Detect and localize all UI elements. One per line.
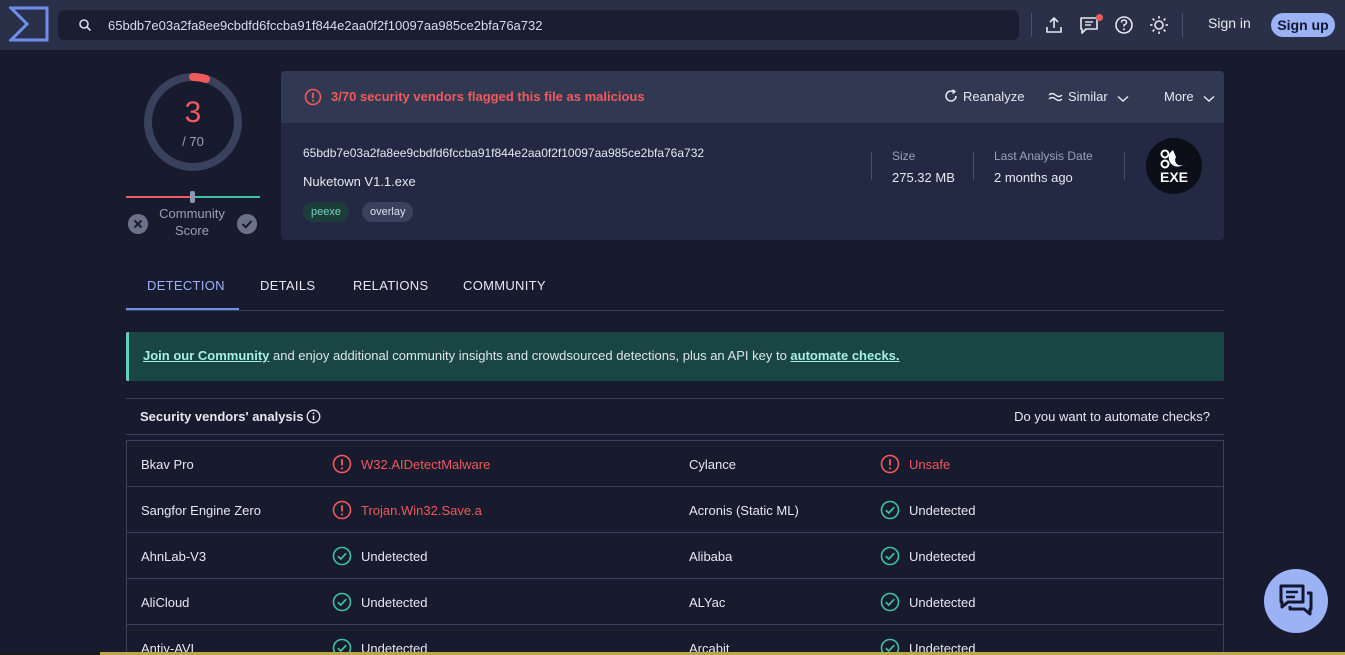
malicious-icon [332, 454, 352, 474]
file-name: Nuketown V1.1.exe [303, 174, 416, 189]
vote-malicious-icon[interactable] [128, 214, 148, 234]
reanalyze-label: Reanalyze [963, 89, 1025, 104]
divider [871, 152, 872, 180]
undetected-icon [880, 592, 900, 612]
detection-alert: 3/70 security vendors flagged this file … [331, 89, 645, 104]
vendor-name: Acronis (Static ML) [689, 503, 799, 518]
vendor-result-label: Trojan.Win32.Save.a [361, 503, 482, 518]
tab-details[interactable]: DETAILS [260, 278, 315, 293]
vendor-result-label: Undetected [909, 595, 976, 610]
community-score-indicator [190, 191, 195, 203]
similar-dropdown[interactable]: Similar [1048, 89, 1129, 104]
undetected-icon [880, 500, 900, 520]
chevron-down-icon [1117, 95, 1129, 103]
banner-message: and enjoy additional community insights … [269, 348, 791, 363]
search-input[interactable] [108, 10, 1008, 40]
automate-checks-prompt[interactable]: Do you want to automate checks? [1014, 409, 1210, 424]
banner-text: Join our Community and enjoy additional … [143, 348, 900, 363]
detection-count: 3 [184, 96, 202, 129]
vendor-name: Alibaba [689, 549, 733, 564]
vendor-row: Sangfor Engine Zero Acronis (Static ML) Tr… [127, 487, 1223, 533]
community-score-label: Community Score [159, 206, 225, 238]
summary-header: 3/70 security vendors flagged this file … [281, 71, 1224, 123]
similar-label: Similar [1068, 89, 1108, 104]
vendor-name: ALYac [689, 595, 726, 610]
divider [973, 152, 974, 180]
vendor-row: Antiy-AVL Arcabit Undetected Undetected [127, 625, 1223, 655]
top-bar: Sign in Sign up [0, 0, 1345, 50]
undetected-icon [332, 546, 352, 566]
upload-icon[interactable] [1043, 14, 1065, 36]
notification-dot [1096, 14, 1103, 21]
more-label: More [1164, 89, 1194, 104]
join-community-link[interactable]: Join our Community [143, 348, 269, 363]
size-label: Size [892, 149, 916, 163]
sign-up-button[interactable]: Sign up [1271, 13, 1335, 37]
reanalyze-button[interactable]: Reanalyze [944, 89, 1024, 104]
vendor-result-label: Undetected [909, 549, 976, 564]
vendor-result-label: Undetected [909, 503, 976, 518]
file-hash[interactable]: 65bdb7e03a2fa8ee9cbdfd6fccba91f844e2aa0f… [303, 146, 704, 160]
vendor-row: Bkav Pro Cylance W32.AIDetectMalware Unsafe [127, 441, 1223, 487]
file-summary-card: 3/70 security vendors flagged this file … [281, 71, 1224, 240]
similar-icon [1048, 92, 1063, 102]
last-analysis-label: Last Analysis Date [994, 149, 1093, 163]
malicious-icon [880, 454, 900, 474]
last-analysis-value: 2 months ago [994, 170, 1073, 185]
file-type-label: EXE [1160, 169, 1188, 185]
undetected-icon [880, 546, 900, 566]
tab-detection[interactable]: DETECTION [147, 278, 225, 293]
vendor-result-label: Unsafe [909, 457, 951, 472]
virustotal-logo-icon[interactable] [9, 6, 49, 42]
info-icon[interactable] [306, 409, 321, 424]
tag-overlay[interactable]: overlay [362, 202, 414, 222]
chevron-down-icon [1203, 95, 1215, 103]
chat-bubbles-icon [1279, 584, 1313, 616]
vendor-result-label: W32.AIDetectMalware [361, 457, 491, 472]
theme-toggle-icon[interactable] [1148, 14, 1170, 36]
tab-relations[interactable]: RELATIONS [353, 278, 428, 293]
reanalyze-icon [945, 89, 957, 102]
vendor-result-label: Undetected [361, 549, 428, 564]
tab-community[interactable]: COMMUNITY [463, 278, 546, 293]
exe-file-icon: EXE [1160, 149, 1188, 185]
undetected-icon [332, 592, 352, 612]
vendor-name: Bkav Pro [141, 457, 194, 472]
vendors-table: Bkav Pro Cylance W32.AIDetectMalware Unsafe… [126, 440, 1224, 655]
vendors-title: Security vendors' analysis [140, 409, 304, 424]
automate-checks-link[interactable]: automate checks. [790, 348, 899, 363]
divider [1182, 13, 1183, 37]
help-icon[interactable] [1113, 14, 1135, 36]
more-dropdown[interactable]: More [1164, 89, 1215, 104]
divider [1031, 13, 1032, 37]
file-type-badge: EXE [1146, 138, 1202, 194]
vote-harmless-icon[interactable] [237, 214, 257, 234]
alert-icon [304, 88, 322, 106]
divider [1124, 152, 1125, 180]
malicious-icon [332, 500, 352, 520]
vendor-name: Sangfor Engine Zero [141, 503, 261, 518]
tag-peexe[interactable]: peexe [303, 202, 349, 222]
search-bar[interactable] [58, 10, 1019, 40]
vendor-name: AhnLab-V3 [141, 549, 207, 564]
vendor-name: AliCloud [141, 595, 190, 610]
vendor-name: Cylance [689, 457, 736, 472]
sign-in-link[interactable]: Sign in [1208, 15, 1251, 31]
search-icon [79, 19, 92, 32]
vendor-row: AliCloud ALYac Undetected Undetected [127, 579, 1223, 625]
vendor-row: AhnLab-V3 Alibaba Undetected Undetected [127, 533, 1223, 579]
vendors-header: Security vendors' analysis Do you want t… [126, 398, 1224, 435]
vendor-result-label: Undetected [361, 595, 428, 610]
detection-total: / 70 [182, 134, 204, 149]
community-banner: Join our Community and enjoy additional … [126, 332, 1224, 381]
tabs-divider [126, 310, 1224, 311]
chat-button[interactable] [1264, 569, 1328, 633]
size-value: 275.32 MB [892, 170, 955, 185]
